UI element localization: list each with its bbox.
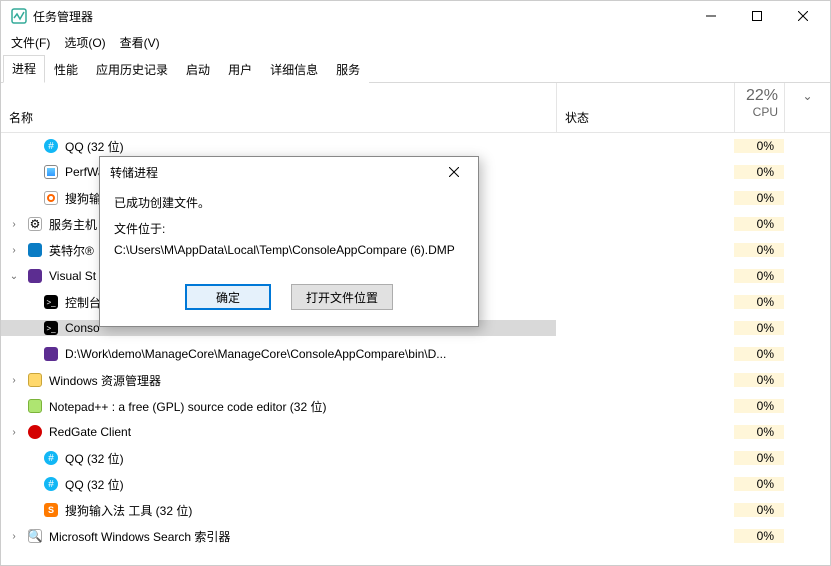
process-name: 英特尔® (49, 242, 94, 259)
process-row-explorer[interactable]: › Windows 资源管理器 0% (1, 367, 830, 393)
process-name: 服务主机 (49, 216, 97, 233)
open-location-button[interactable]: 打开文件位置 (291, 284, 393, 310)
process-icon (43, 190, 59, 206)
col-name[interactable]: 名称 (1, 83, 556, 132)
process-icon (27, 268, 43, 284)
process-name: QQ (32 位) (65, 450, 124, 467)
menu-view[interactable]: 查看(V) (114, 32, 166, 53)
process-row-path[interactable]: D:\Work\demo\ManageCore\ManageCore\Conso… (1, 341, 830, 367)
tab-performance[interactable]: 性能 (45, 56, 87, 83)
ok-button[interactable]: 确定 (185, 284, 271, 310)
process-cpu: 0% (734, 295, 784, 309)
process-cpu: 0% (734, 477, 784, 491)
process-cpu: 0% (734, 321, 784, 335)
app-icon (11, 8, 27, 24)
process-cpu: 0% (734, 347, 784, 361)
process-icon (27, 424, 43, 440)
process-name: Conso (65, 321, 100, 335)
process-icon (27, 398, 43, 414)
dialog-line-success: 已成功创建文件。 (114, 193, 464, 213)
menubar: 文件(F) 选项(O) 查看(V) (1, 31, 830, 53)
menu-options[interactable]: 选项(O) (58, 32, 111, 53)
titlebar: 任务管理器 (1, 1, 830, 31)
process-cpu: 0% (734, 373, 784, 387)
col-cpu[interactable]: 22% CPU (734, 83, 784, 132)
process-cpu: 0% (734, 191, 784, 205)
process-icon: # (43, 450, 59, 466)
expand-toggle[interactable]: › (7, 245, 21, 256)
dialog-close-button[interactable] (440, 158, 468, 186)
process-name: 搜狗输入法 工具 (32 位) (65, 502, 192, 519)
tab-users[interactable]: 用户 (219, 56, 261, 83)
dialog-dump-path: C:\Users\M\AppData\Local\Temp\ConsoleApp… (114, 240, 464, 260)
process-name: D:\Work\demo\ManageCore\ManageCore\Conso… (65, 347, 446, 361)
process-icon: # (43, 476, 59, 492)
process-icon: S (43, 502, 59, 518)
process-cpu: 0% (734, 529, 784, 543)
tab-startup[interactable]: 启动 (177, 56, 219, 83)
process-cpu: 0% (734, 451, 784, 465)
process-name: Notepad++ : a free (GPL) source code edi… (49, 398, 326, 415)
minimize-button[interactable] (688, 1, 734, 31)
tabbar: 进程 性能 应用历史记录 启动 用户 详细信息 服务 (1, 55, 830, 83)
dialog-title: 转储进程 (110, 164, 440, 181)
process-cpu: 0% (734, 217, 784, 231)
process-icon: # (43, 138, 59, 154)
process-icon: 🔍 (27, 528, 43, 544)
process-icon: >_ (43, 294, 59, 310)
dialog-line-location-label: 文件位于: (114, 219, 464, 239)
window-title: 任务管理器 (33, 8, 93, 25)
process-icon: >_ (43, 320, 59, 336)
process-cpu: 0% (734, 399, 784, 413)
column-headers: 名称 状态 22% CPU ⌄ (1, 83, 830, 133)
close-button[interactable] (780, 1, 826, 31)
process-cpu: 0% (734, 165, 784, 179)
process-row-npp[interactable]: Notepad++ : a free (GPL) source code edi… (1, 393, 830, 419)
process-row-search[interactable]: › 🔍 Microsoft Windows Search 索引器 0% (1, 523, 830, 549)
process-icon (43, 164, 59, 180)
dialog-body: 已成功创建文件。 文件位于: C:\Users\M\AppData\Local\… (100, 187, 478, 274)
col-status[interactable]: 状态 (556, 83, 734, 132)
process-icon (27, 242, 43, 258)
tab-processes[interactable]: 进程 (3, 55, 45, 83)
dump-dialog: 转储进程 已成功创建文件。 文件位于: C:\Users\M\AppData\L… (99, 156, 479, 327)
expand-toggle[interactable]: ⌄ (7, 271, 21, 282)
process-cpu: 0% (734, 503, 784, 517)
tab-app-history[interactable]: 应用历史记录 (87, 56, 177, 83)
dialog-titlebar: 转储进程 (100, 157, 478, 187)
expand-toggle[interactable]: › (7, 531, 21, 542)
cpu-total-percent: 22% (741, 87, 778, 105)
process-icon (27, 372, 43, 388)
expand-toggle[interactable]: › (7, 219, 21, 230)
menu-file[interactable]: 文件(F) (5, 32, 56, 53)
process-row-redgate[interactable]: › RedGate Client 0% (1, 419, 830, 445)
process-name: 控制台 (65, 294, 101, 311)
process-name: QQ (32 位) (65, 476, 124, 493)
cpu-label: CPU (741, 105, 778, 119)
process-name: Visual St (49, 269, 96, 283)
process-cpu: 0% (734, 425, 784, 439)
tab-details[interactable]: 详细信息 (261, 56, 327, 83)
process-name: RedGate Client (49, 425, 131, 439)
process-cpu: 0% (734, 269, 784, 283)
process-row-qq3[interactable]: # QQ (32 位) 0% (1, 471, 830, 497)
expand-toggle[interactable]: › (7, 375, 21, 386)
dialog-buttons: 确定 打开文件位置 (100, 274, 478, 326)
maximize-button[interactable] (734, 1, 780, 31)
process-cpu: 0% (734, 243, 784, 257)
tab-services[interactable]: 服务 (327, 56, 369, 83)
expand-toggle[interactable]: › (7, 427, 21, 438)
col-expand[interactable]: ⌄ (784, 83, 830, 132)
process-cpu: 0% (734, 139, 784, 153)
process-name: QQ (32 位) (65, 138, 124, 155)
process-icon: ⚙ (27, 216, 43, 232)
process-name: Windows 资源管理器 (49, 372, 161, 389)
task-manager-window: 任务管理器 文件(F) 选项(O) 查看(V) 进程 性能 应用历史记录 启动 … (0, 0, 831, 566)
process-icon (43, 346, 59, 362)
process-name: Microsoft Windows Search 索引器 (49, 528, 230, 545)
process-row-sogou2[interactable]: S 搜狗输入法 工具 (32 位) 0% (1, 497, 830, 523)
chevron-down-icon: ⌄ (802, 89, 812, 103)
process-row-qq2[interactable]: # QQ (32 位) 0% (1, 445, 830, 471)
